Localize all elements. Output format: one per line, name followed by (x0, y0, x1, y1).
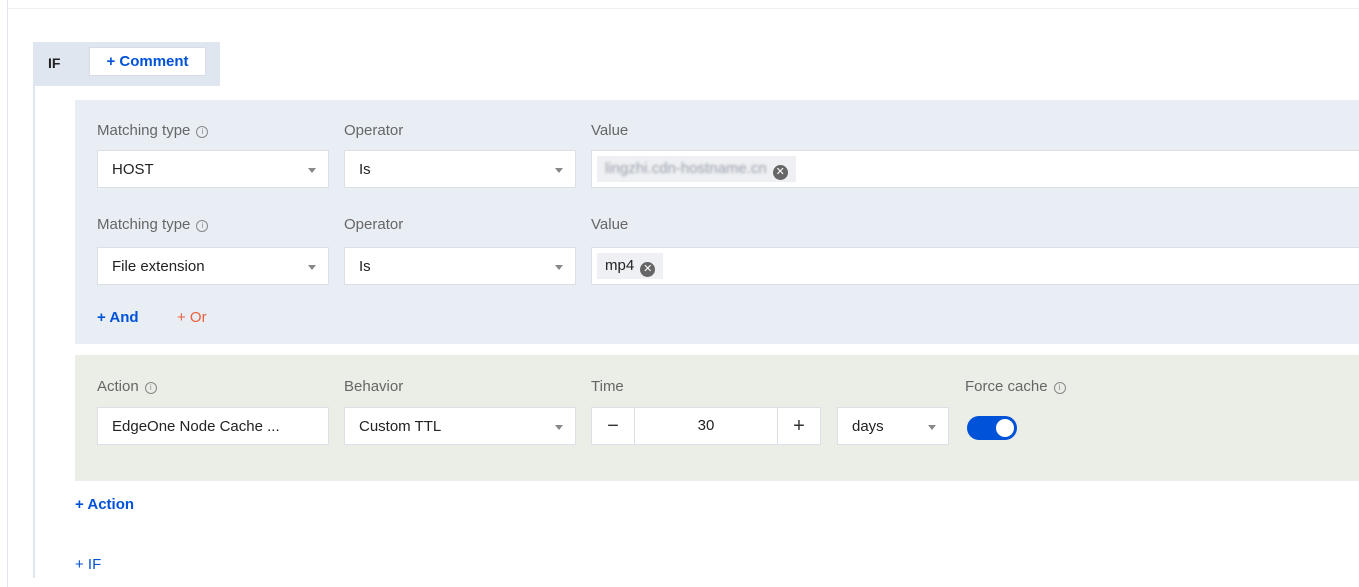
operator-value: Is (359, 258, 371, 275)
value-tag-text: lingzhi.cdn-hostname.cn (605, 160, 767, 177)
value-tag-text: mp4 (605, 257, 635, 274)
matching-type-value: HOST (112, 161, 154, 178)
action-label: Action i (97, 378, 157, 395)
matching-type-select[interactable]: HOST (97, 150, 329, 188)
chevron-down-icon (555, 425, 563, 430)
add-comment-button[interactable]: + Comment (89, 47, 206, 76)
add-and-link[interactable]: + And (97, 309, 139, 326)
force-cache-toggle[interactable] (967, 416, 1017, 440)
operator-value: Is (359, 161, 371, 178)
action-panel: Action i Behavior Time Force cache i EdgeO… (75, 355, 1359, 481)
operator-select[interactable]: Is (344, 150, 576, 188)
behavior-select[interactable]: Custom TTL (344, 407, 576, 445)
add-or-link[interactable]: + Or (177, 309, 207, 326)
conditions-panel: Matching type i Operator Value HOST Is li… (75, 100, 1359, 344)
frame-border (7, 0, 8, 587)
value-label: Value (591, 122, 629, 139)
operator-label: Operator (344, 122, 404, 139)
decrement-button[interactable]: − (591, 407, 635, 445)
operator-label: Operator (344, 216, 404, 233)
add-action-link[interactable]: + Action (75, 496, 134, 513)
matching-type-select[interactable]: File extension (97, 247, 329, 285)
chevron-down-icon (555, 168, 563, 173)
if-label: IF (48, 55, 61, 71)
remove-tag-icon[interactable]: ✕ (640, 262, 656, 277)
chevron-down-icon (308, 265, 316, 270)
value-label: Value (591, 216, 629, 233)
value-input[interactable]: mp4 ✕ (591, 247, 1359, 285)
chevron-down-icon (308, 168, 316, 173)
if-header: IF + Comment (33, 42, 220, 86)
increment-button[interactable]: + (777, 407, 821, 445)
toggle-knob (996, 419, 1014, 437)
value-tag: lingzhi.cdn-hostname.cn ✕ (597, 156, 796, 182)
chevron-down-icon (928, 425, 936, 430)
chevron-down-icon (555, 265, 563, 270)
force-cache-label: Force cache i (965, 378, 1066, 395)
operator-select[interactable]: Is (344, 247, 576, 285)
info-icon: i (196, 126, 209, 138)
value-tag: mp4 ✕ (597, 253, 664, 279)
add-if-link[interactable]: + IF (75, 556, 101, 573)
if-block-connector (33, 86, 35, 578)
time-label: Time (591, 378, 624, 395)
action-select[interactable]: EdgeOne Node Cache ... (97, 407, 329, 445)
value-input[interactable]: lingzhi.cdn-hostname.cn ✕ (591, 150, 1359, 188)
info-icon: i (1053, 382, 1066, 394)
time-unit-select[interactable]: days (837, 407, 949, 445)
info-icon: i (196, 220, 209, 232)
matching-type-value: File extension (112, 258, 205, 275)
frame-top-border (7, 8, 1359, 9)
remove-tag-icon[interactable]: ✕ (772, 165, 788, 180)
matching-type-label: Matching type i (97, 122, 209, 139)
behavior-value: Custom TTL (359, 418, 442, 435)
time-input[interactable]: 30 (635, 407, 777, 445)
info-icon: i (144, 382, 157, 394)
time-unit-value: days (852, 418, 884, 435)
behavior-label: Behavior (344, 378, 404, 395)
action-value: EdgeOne Node Cache ... (112, 418, 280, 435)
matching-type-label: Matching type i (97, 216, 209, 233)
